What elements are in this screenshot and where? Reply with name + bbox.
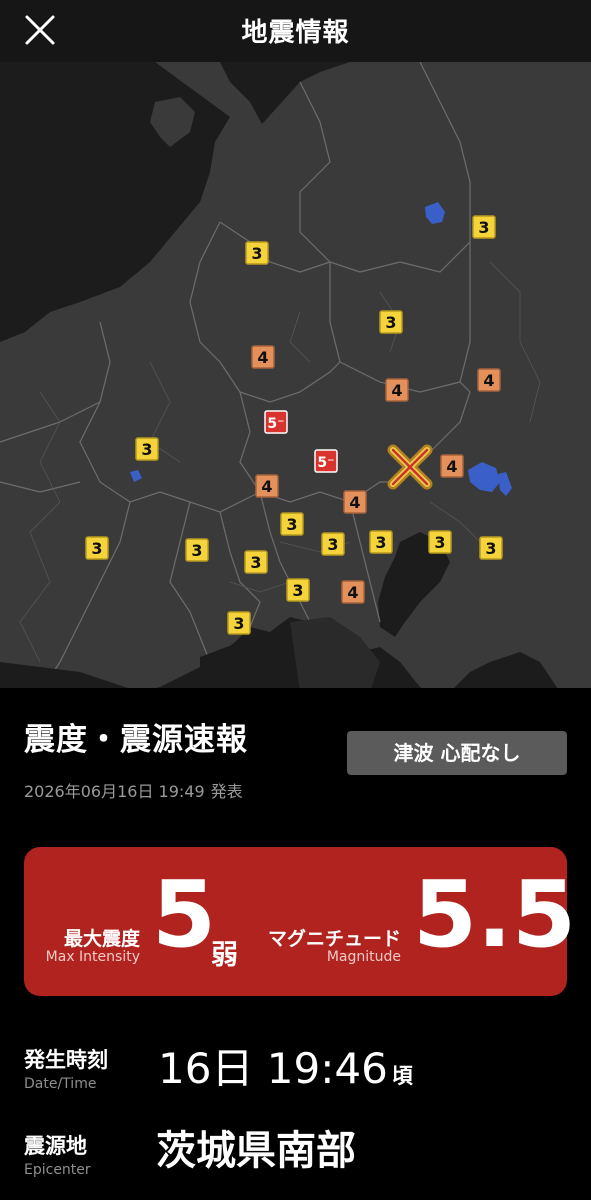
intensity-marker-4: 4 [341,580,365,604]
intensity-marker-label: 3 [141,440,152,459]
map-canvas: 3334445⁻35⁻ 44433 3 3 33 333 43 [0,62,591,692]
info-panel: 震度・震源速報 津波 心配なし 2026年06月16日 19:49 発表 最大震度… [0,688,591,1200]
datetime-value: 16日 19:46 頃 [158,1048,413,1090]
magnitude-value: 5.5 [413,861,576,968]
intensity-marker-label: 5⁻ [317,455,334,471]
intensity-marker-4: 4 [343,490,367,514]
intensity-marker-5-: 5⁻ [264,410,288,434]
intensity-marker-label: 4 [483,371,494,390]
intensity-marker-label: 3 [385,313,396,332]
intensity-marker-label: 3 [91,539,102,558]
intensity-marker-3: 3 [321,532,345,556]
intensity-marker-3: 3 [85,536,109,560]
intensity-marker-3: 3 [369,530,393,554]
intensity-marker-label: 4 [446,457,457,476]
intensity-marker-4: 4 [255,474,279,498]
intensity-marker-label: 3 [250,553,261,572]
intensity-marker-3: 3 [379,310,403,334]
app-header: 地震情報 [0,0,591,62]
intensity-marker-label: 4 [347,583,358,602]
intensity-marker-3: 3 [185,538,209,562]
intensity-marker-5-: 5⁻ [314,449,338,473]
intensity-marker-3: 3 [428,530,452,554]
intensity-marker-label: 3 [251,244,262,263]
max-intensity-sublabel: Max Intensity [45,949,140,965]
magnitude-label: マグニチュード [267,928,401,950]
intensity-marker-3: 3 [227,611,251,635]
report-title: 震度・震源速報 [24,722,248,758]
intensity-marker-label: 4 [391,381,402,400]
intensity-marker-label: 4 [261,477,272,496]
epicenter-label: 震源地 [24,1134,87,1158]
magnitude-sublabel: Magnitude [326,949,401,965]
summary-card: 最大震度 Max Intensity 5 弱 マグニチュード Magnitude… [24,847,576,996]
intensity-marker-label: 3 [485,539,496,558]
tsunami-status-badge: 津波 心配なし [347,731,567,775]
intensity-marker-label: 3 [327,535,338,554]
max-intensity-value: 5 [152,861,217,968]
max-intensity-suffix: 弱 [211,940,238,971]
earthquake-map[interactable]: 3 3 3 4 4 4 5⁻ 3 5⁻ 4 4 4 3 3 3 3 3 3 3 3 3 4 3 [0,62,591,692]
datetime-sublabel: Date/Time [24,1076,97,1092]
datetime-suffix: 頃 [391,1064,413,1088]
intensity-marker-3: 3 [245,241,269,265]
page-title: 地震情報 [241,18,350,48]
intensity-marker-label: 3 [375,533,386,552]
intensity-marker-3: 3 [472,215,496,239]
intensity-marker-label: 3 [286,515,297,534]
intensity-marker-label: 4 [349,493,360,512]
max-intensity-label: 最大震度 [63,928,140,950]
intensity-marker-label: 3 [292,581,303,600]
intensity-marker-4: 4 [251,345,275,369]
intensity-marker-label: 3 [478,218,489,237]
intensity-marker-4: 4 [385,378,409,402]
intensity-marker-label: 5⁻ [267,416,284,432]
intensity-marker-3: 3 [280,512,304,536]
datetime-text: 16日 19:46 [158,1044,388,1093]
intensity-marker-4: 4 [477,368,501,392]
intensity-marker-label: 4 [257,348,268,367]
intensity-marker-3: 3 [286,578,310,602]
epicenter-sublabel: Epicenter [24,1162,91,1178]
intensity-marker-3: 3 [479,536,503,560]
published-suffix: 発表 [210,782,243,801]
epicenter-value: 茨城県南部 [156,1128,356,1174]
intensity-marker-3: 3 [244,550,268,574]
intensity-marker-label: 3 [191,541,202,560]
published-time: 2026年06月16日 19:49 [24,782,205,801]
intensity-marker-3: 3 [135,437,159,461]
published-timestamp: 2026年06月16日 19:49 発表 [24,778,243,802]
intensity-marker-label: 3 [233,614,244,633]
intensity-marker-4: 4 [440,454,464,478]
intensity-marker-label: 3 [434,533,445,552]
datetime-label: 発生時刻 [24,1048,108,1072]
